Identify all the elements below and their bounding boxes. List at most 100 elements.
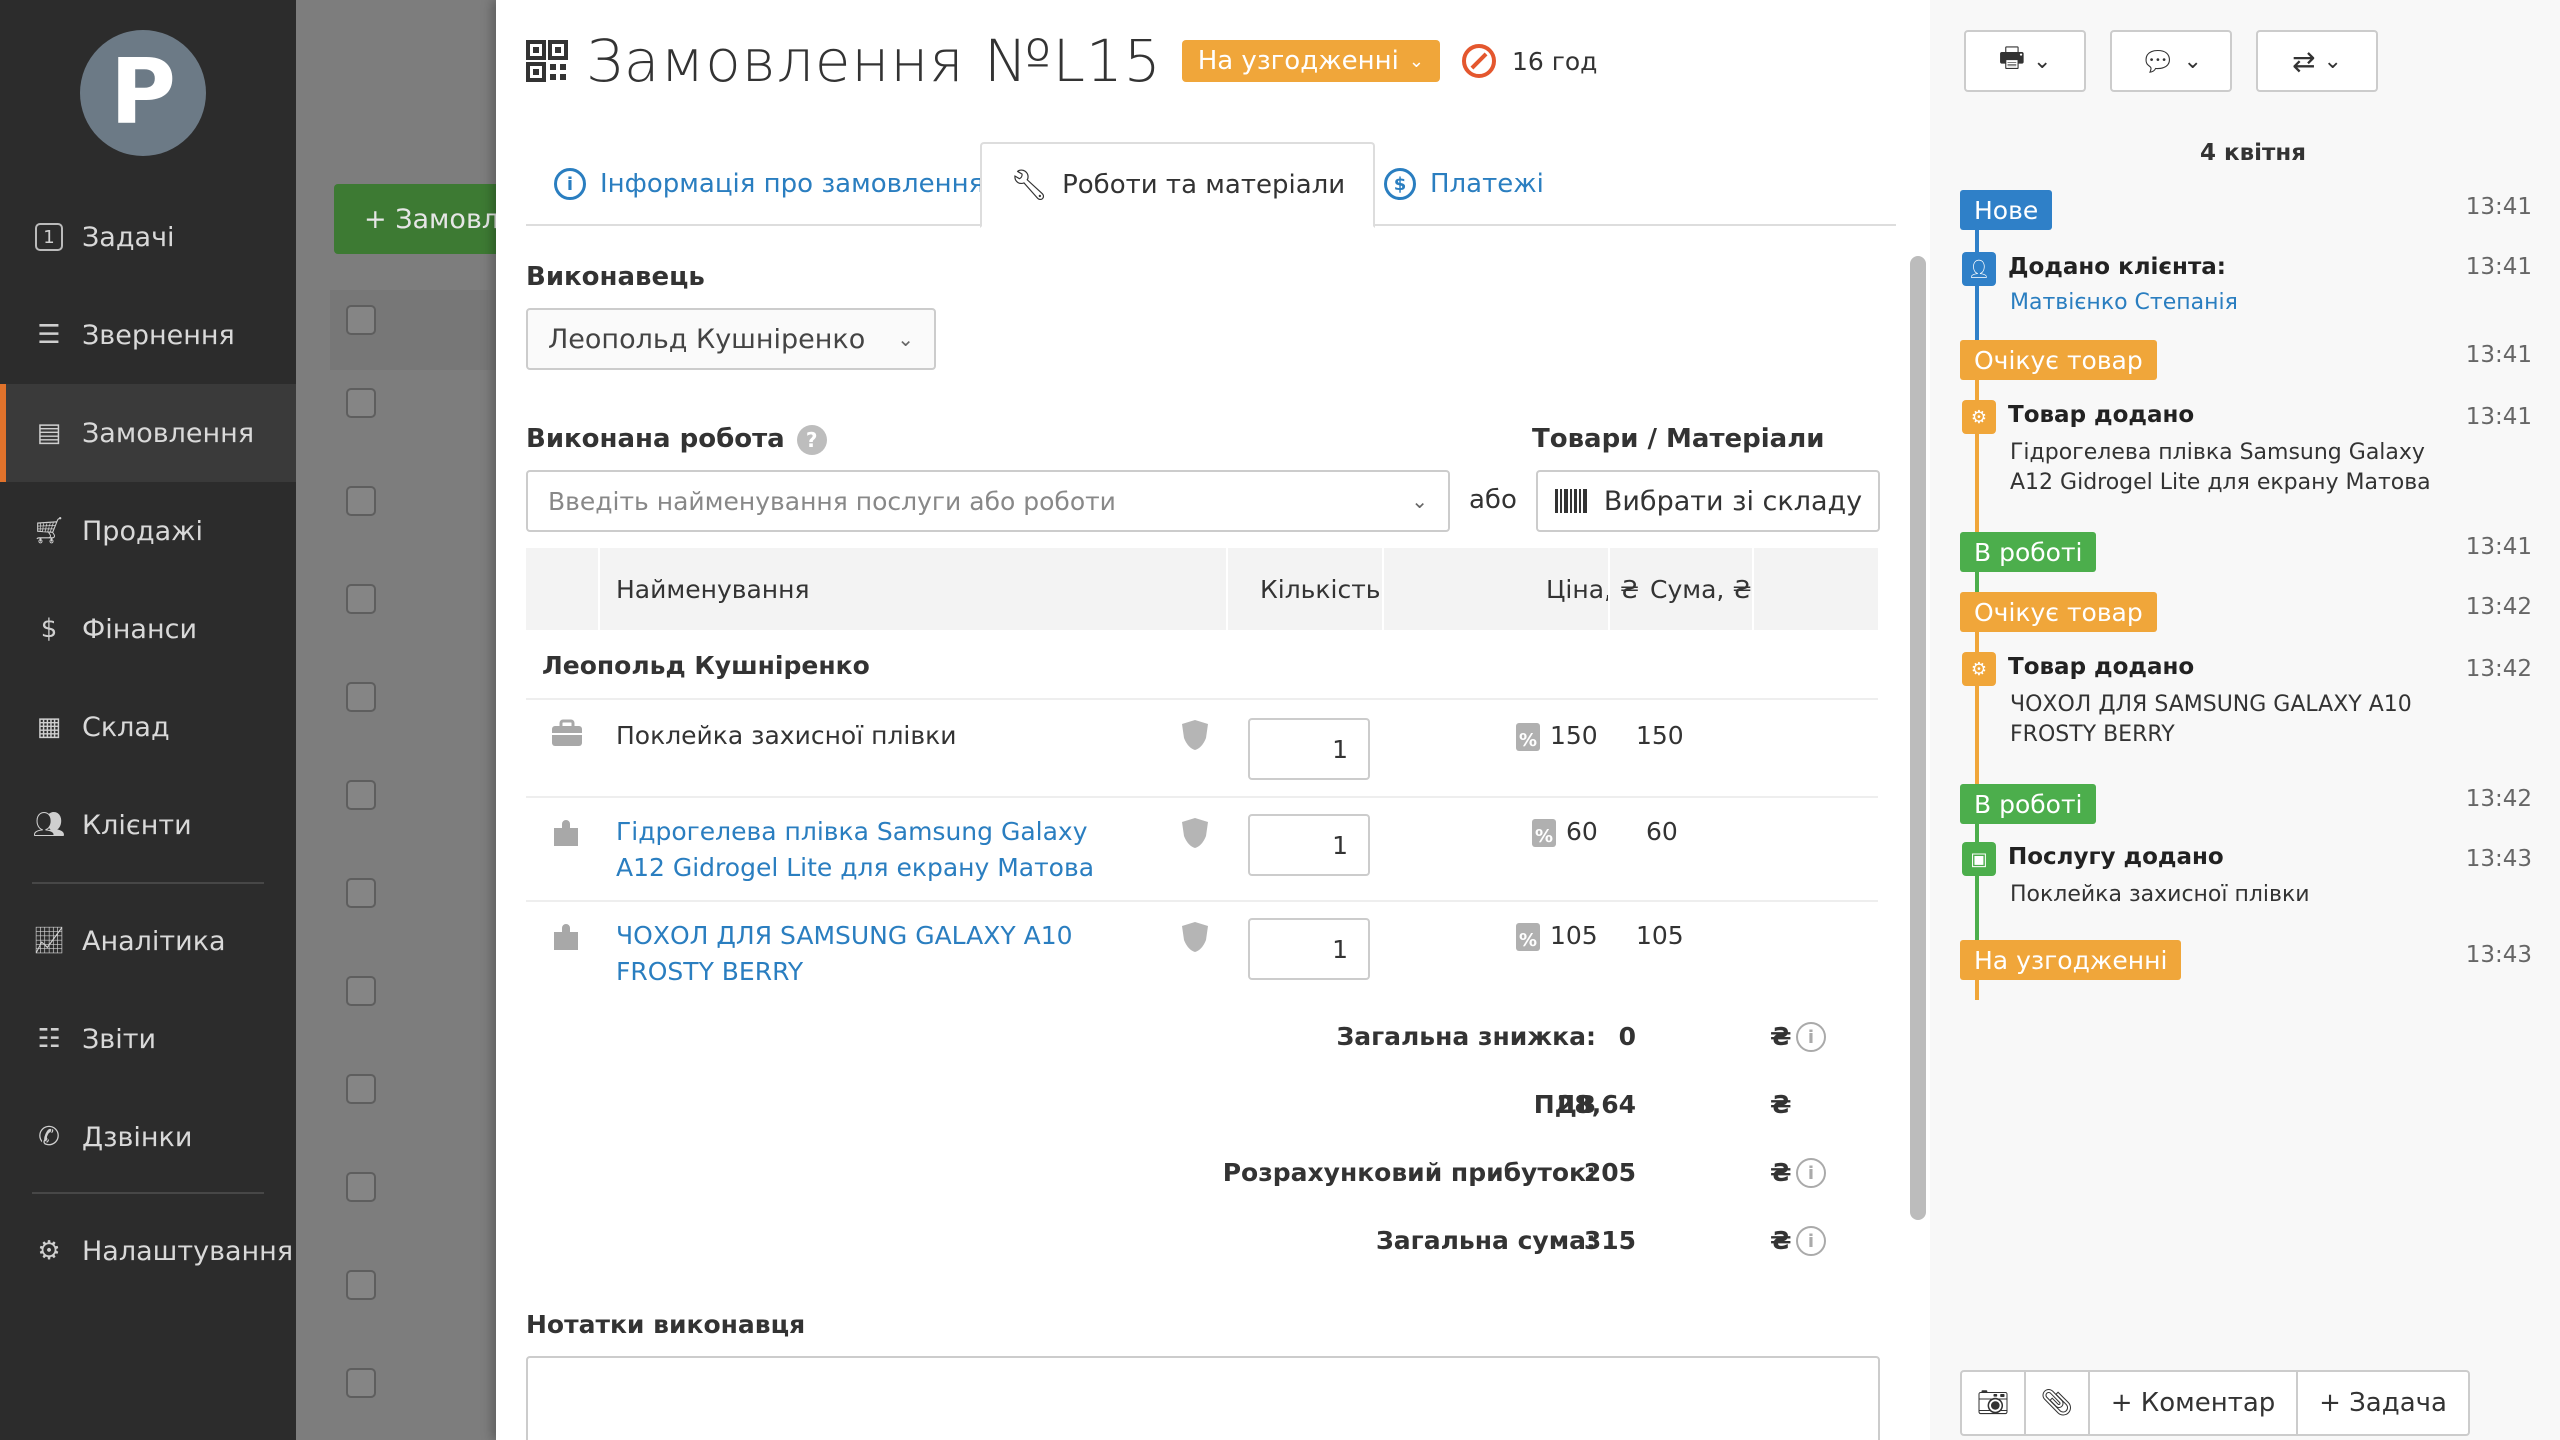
scrollbar[interactable] <box>1910 256 1926 1220</box>
executor-notes-textarea[interactable] <box>526 1356 1880 1440</box>
sidebar-divider <box>32 882 264 884</box>
tab-payments[interactable]: $ Платежі <box>1356 142 1572 226</box>
executor-select[interactable]: Леопольд Кушніренко ⌄ <box>526 308 936 370</box>
total-discount-link[interactable]: Загальна знижка: <box>1196 1022 1596 1051</box>
clients-icon: 👥︎ <box>32 810 66 840</box>
notes-label: Нотатки виконавця <box>526 1310 806 1339</box>
info-icon[interactable]: i <box>1796 1022 1826 1052</box>
select-from-stock-button[interactable]: Вибрати зі складу <box>1536 470 1880 532</box>
item-price[interactable]: 150 <box>1516 718 1598 759</box>
logo-icon: P <box>110 40 176 145</box>
sidebar-item-calls[interactable]: ✆ Дзвінки <box>0 1088 296 1186</box>
attach-button[interactable]: 📎︎ <box>2026 1372 2090 1434</box>
cart-icon: 🛒︎ <box>32 516 66 546</box>
item-price[interactable]: 60 <box>1532 814 1598 855</box>
currency-symbol: ₴ <box>1770 1226 1792 1255</box>
sidebar-item-clients[interactable]: 👥︎ Клієнти <box>0 776 296 874</box>
status-dropdown[interactable]: На узгодженні ⌄ <box>1181 40 1440 82</box>
gear-icon: ⚙ <box>1962 652 1996 686</box>
background-checkbox <box>346 682 376 712</box>
add-task-button[interactable]: + Задача <box>2298 1372 2468 1434</box>
message-button[interactable]: 💬︎ ⌄ <box>2110 30 2232 92</box>
event-title: Послугу додано <box>2008 844 2224 870</box>
chevron-down-icon: ⌄ <box>2033 48 2052 74</box>
background-checkbox <box>346 584 376 614</box>
briefcase-icon <box>550 718 584 752</box>
discount-icon <box>1516 923 1540 959</box>
info-icon[interactable]: i <box>1796 1158 1826 1188</box>
qty-input[interactable]: 1 <box>1248 814 1370 876</box>
work-label-text: Виконана робота <box>526 424 785 454</box>
tab-works-materials[interactable]: 🔧︎ Роботи та матеріали <box>980 142 1376 228</box>
status-badge: В роботі <box>1960 532 2097 572</box>
analytics-icon: 📈︎ <box>32 926 66 956</box>
sidebar-item-tasks[interactable]: 1 Задачі <box>0 188 296 286</box>
order-modal: Замовлення №L15 На узгодженні ⌄ 16 год i… <box>496 0 1930 1440</box>
chevron-down-icon: ⌄ <box>1408 50 1424 72</box>
actions-button[interactable]: ⇄ ⌄ <box>2256 30 2378 92</box>
qty-input[interactable]: 1 <box>1248 918 1370 980</box>
status-label: На узгодженні <box>1197 46 1399 76</box>
sidebar-item-warehouse[interactable]: ▦ Склад <box>0 678 296 776</box>
tab-label: Роботи та матеріали <box>1062 170 1346 200</box>
currency-symbol: ₴ <box>1770 1090 1792 1119</box>
add-order-button: + Замовл <box>334 184 514 254</box>
qty-input[interactable]: 1 <box>1248 718 1370 780</box>
discount-icon <box>1532 819 1556 855</box>
warranty-shield-icon[interactable] <box>1180 920 1210 954</box>
sidebar-item-requests[interactable]: ☰ Звернення <box>0 286 296 384</box>
work-placeholder: Введіть найменування послуги або роботи <box>548 486 1116 516</box>
chat-bubble-icon: 💬︎ <box>2140 44 2176 78</box>
sidebar-item-reports[interactable]: ☷ Звіти <box>0 990 296 1088</box>
row-divider <box>526 900 1878 902</box>
warranty-shield-icon[interactable] <box>1180 816 1210 850</box>
event-time: 13:41 <box>2465 342 2532 368</box>
help-icon[interactable]: ? <box>796 424 827 455</box>
warehouse-icon: ▦ <box>36 712 62 742</box>
camera-button[interactable]: 📷︎ <box>1962 1372 2026 1434</box>
executor-label: Виконавець <box>526 262 705 292</box>
add-comment-button[interactable]: + Коментар <box>2090 1372 2298 1434</box>
page-title: Замовлення №L15 <box>586 27 1162 95</box>
item-name-link[interactable]: ЧОХОЛ ДЛЯ SAMSUNG GALAXY A10 FROSTY BERR… <box>616 918 1176 990</box>
warranty-shield-icon[interactable] <box>1180 718 1210 752</box>
sidebar-item-sales[interactable]: 🛒︎ Продажі <box>0 482 296 580</box>
tab-label: Інформація про замовлення <box>600 169 985 199</box>
item-name-link[interactable]: Гідрогелева плівка Samsung Galaxy A12 Gi… <box>616 814 1136 886</box>
gear-icon: ⚙ <box>1962 400 1996 434</box>
print-button[interactable]: 🖶 ⌄ <box>1964 30 2086 92</box>
sidebar-item-orders[interactable]: ▤ Замовлення <box>0 384 296 482</box>
work-label: Виконана робота? <box>526 424 827 455</box>
event-time: 13:41 <box>2465 534 2532 560</box>
background-checkbox <box>346 1074 376 1104</box>
info-icon[interactable]: i <box>1796 1226 1826 1256</box>
sidebar-item-finance[interactable]: $ Фінанси <box>0 580 296 678</box>
item-price[interactable]: 105 <box>1516 918 1598 959</box>
column-divider <box>1226 548 1228 630</box>
work-search-input[interactable]: Введіть найменування послуги або роботи … <box>526 470 1450 532</box>
background-checkbox <box>346 878 376 908</box>
event-time: 13:42 <box>2465 786 2532 812</box>
column-divider <box>1382 548 1384 630</box>
dollar-circle-icon: $ <box>1384 168 1416 200</box>
item-sum: 60 <box>1646 817 1678 846</box>
tab-order-info[interactable]: i Інформація про замовлення <box>526 142 1012 226</box>
tab-label: Платежі <box>1430 169 1544 199</box>
qr-code-icon[interactable] <box>526 40 568 82</box>
sidebar-item-settings[interactable]: ⚙ Налаштування <box>0 1202 296 1300</box>
status-badge: Нове <box>1960 190 2053 230</box>
profit-label: Розрахунковий прибуток: <box>1222 1158 1596 1187</box>
app-logo[interactable]: P <box>80 30 206 156</box>
sidebar-item-analytics[interactable]: 📈︎ Аналітика <box>0 892 296 990</box>
timeline-date: 4 квітня <box>2200 140 2307 166</box>
client-link[interactable]: Матвієнко Степанія <box>2010 288 2470 318</box>
printer-icon: 🖶 <box>1998 41 2025 74</box>
sidebar-divider <box>32 1192 264 1194</box>
price-value: 60 <box>1566 817 1598 846</box>
timeline-segment <box>1975 800 1979 960</box>
price-value: 150 <box>1550 721 1598 750</box>
executor-group-title: Леопольд Кушніренко <box>542 651 870 680</box>
background-checkbox <box>346 1368 376 1398</box>
reports-icon: ☷ <box>37 1024 61 1054</box>
background-checkbox <box>346 305 376 335</box>
